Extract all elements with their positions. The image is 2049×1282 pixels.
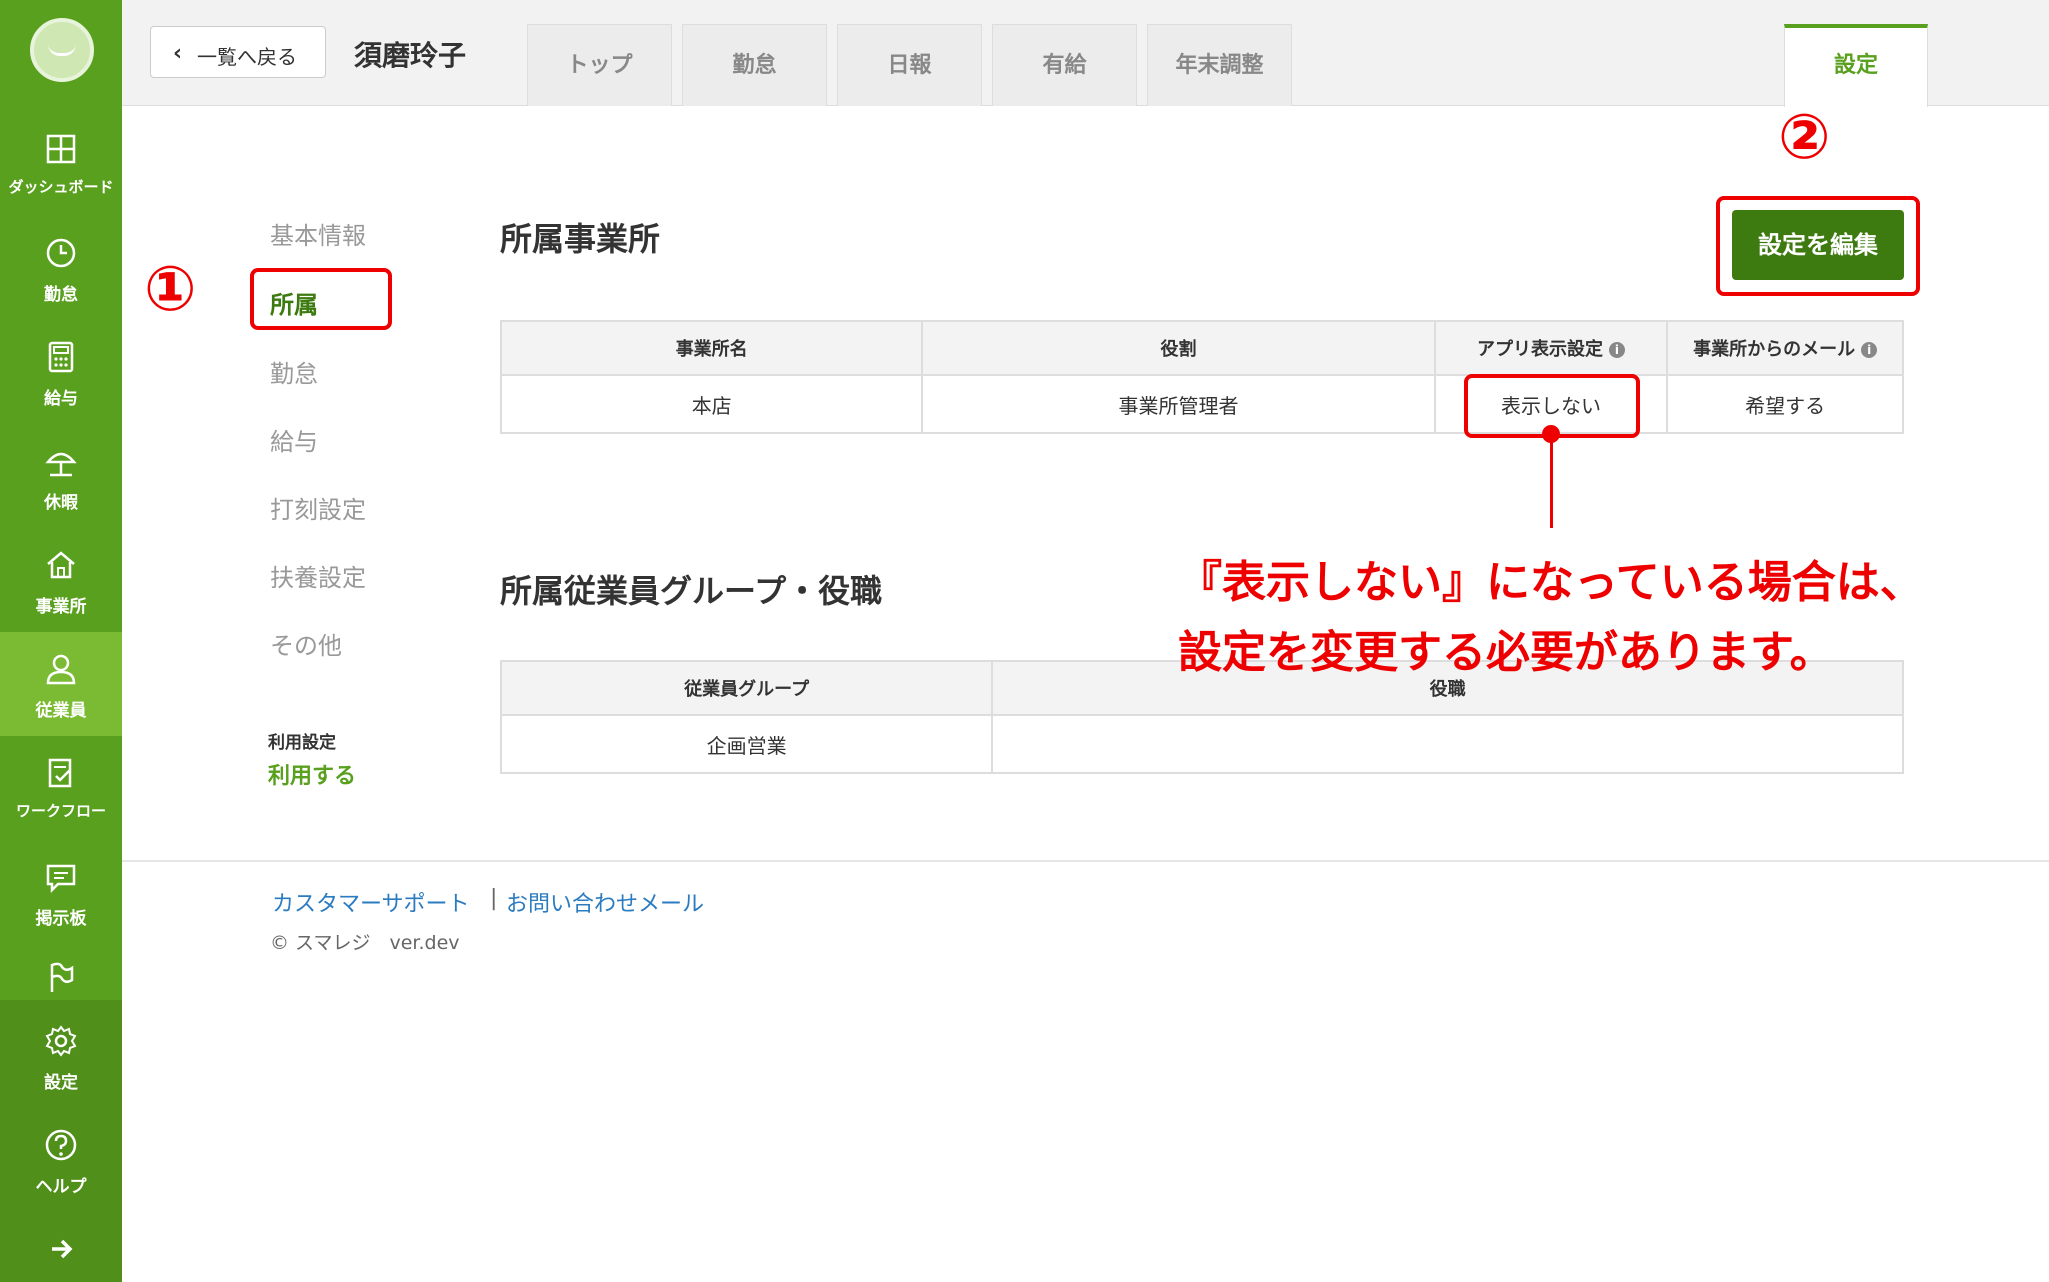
subnav-attendance[interactable]: 勤怠 (270, 354, 318, 389)
tab-settings[interactable]: 設定 (1784, 24, 1928, 107)
sidebar-item-label: 従業員 (35, 701, 87, 721)
sidebar-item-help[interactable]: ヘルプ (0, 1108, 122, 1212)
back-button-label: 一覧へ戻る (197, 45, 297, 69)
sidebar: ダッシュボード 勤怠 給与 休暇 事業所 従業員 ワークフロー 掲示板 設定 ヘ… (0, 0, 122, 1282)
col-header-app-display: アプリ表示設定 i (1433, 320, 1669, 376)
copyright: © スマレジ ver.dev (270, 932, 460, 954)
use-setting-value: 利用する (268, 764, 357, 789)
table-row: 企画営業 (499, 714, 1904, 774)
sidebar-item-settings[interactable]: 設定 (0, 1004, 122, 1108)
subnav-other[interactable]: その他 (270, 626, 342, 661)
annotation-step-1: ① (144, 252, 197, 325)
sidebar-item-dashboard[interactable]: ダッシュボード (0, 112, 122, 216)
sidebar-item-attendance[interactable]: 勤怠 (0, 216, 122, 320)
sidebar-item-office[interactable]: 事業所 (0, 528, 122, 632)
workflow-icon (48, 758, 72, 788)
annotation-box-edit (1716, 196, 1920, 296)
sidebar-item-label: ヘルプ (35, 1177, 87, 1197)
subnav-salary[interactable]: 給与 (270, 422, 318, 457)
chevron-left-icon: ‹ (173, 41, 183, 66)
chat-icon (46, 864, 76, 894)
sidebar-item-label: 設定 (44, 1073, 78, 1093)
customer-support-link[interactable]: カスタマーサポート (272, 886, 470, 918)
col-header-label: アプリ表示設定 (1476, 339, 1603, 360)
umbrella-icon (45, 452, 77, 477)
top-bar: ‹ 一覧へ戻る 須磨玲子 トップ 勤怠 日報 有給 年末調整 設定 (122, 0, 2049, 107)
footer-separator: | (490, 886, 498, 911)
back-button[interactable]: ‹ 一覧へ戻る (150, 26, 326, 78)
user-icon (46, 654, 76, 685)
tab-daily-report[interactable]: 日報 (837, 24, 982, 106)
clock-icon (46, 238, 76, 268)
sidebar-item-employees[interactable]: 従業員 (0, 632, 122, 736)
table-cell: 企画営業 (499, 714, 994, 774)
smile-icon (48, 44, 76, 56)
table-header-row: 事業所名 役割 アプリ表示設定 i 事業所からのメール i (499, 320, 1904, 376)
group-section-title: 所属従業員グループ・役職 (500, 572, 883, 610)
col-header-label: 事業所からのメール (1693, 339, 1856, 360)
sidebar-item-label: ダッシュボード (8, 178, 114, 196)
info-icon[interactable]: i (1608, 342, 1625, 358)
sidebar-item-label: 給与 (44, 389, 78, 409)
home-icon (47, 551, 75, 579)
col-header: 従業員グループ (499, 660, 994, 716)
sidebar-item-label: 休暇 (44, 493, 78, 513)
avatar[interactable] (30, 18, 94, 82)
flag-icon (50, 962, 74, 992)
sidebar-item-label: 掲示板 (35, 909, 87, 929)
sidebar-item-workflow[interactable]: ワークフロー (0, 736, 122, 840)
col-header: 役割 (921, 320, 1436, 376)
arrow-right-icon[interactable] (44, 1232, 78, 1266)
annotation-note-line1: 『表示しない』になっている場合は、 (1178, 557, 1924, 608)
subnav-dependents[interactable]: 扶養設定 (270, 558, 366, 593)
contact-mail-link[interactable]: お問い合わせメール (506, 886, 704, 918)
employee-name: 須磨玲子 (354, 39, 467, 72)
calculator-icon (48, 341, 74, 373)
tab-paid-leave[interactable]: 有給 (992, 24, 1137, 106)
sidebar-item-label: 事業所 (35, 597, 87, 617)
subnav-punch-settings[interactable]: 打刻設定 (270, 490, 366, 525)
subnav-basic-info[interactable]: 基本情報 (270, 216, 366, 251)
tab-year-end[interactable]: 年末調整 (1147, 24, 1292, 106)
sidebar-item-salary[interactable]: 給与 (0, 320, 122, 424)
sidebar-item-board[interactable]: 掲示板 (0, 840, 122, 944)
table-cell (991, 714, 1904, 774)
tab-attendance[interactable]: 勤怠 (682, 24, 827, 106)
help-icon (45, 1129, 77, 1161)
annotation-box-affiliation (250, 268, 392, 330)
sidebar-item-flag[interactable] (0, 944, 122, 1000)
sidebar-item-label: 勤怠 (44, 285, 78, 305)
table-row: 本店 事業所管理者 表示しない 希望する (499, 374, 1904, 434)
tab-top[interactable]: トップ (527, 24, 672, 106)
annotation-pointer-line (1550, 432, 1553, 528)
office-table: 事業所名 役割 アプリ表示設定 i 事業所からのメール i 本店 事業所管理者 表示… (499, 320, 1904, 434)
table-cell: 希望する (1666, 374, 1904, 434)
table-cell: 本店 (499, 374, 924, 434)
sidebar-item-label: ワークフロー (15, 802, 106, 820)
gear-icon (45, 1025, 77, 1057)
office-section-title: 所属事業所 (500, 220, 661, 258)
annotation-step-2: ② (1778, 100, 1831, 173)
info-icon[interactable]: i (1861, 342, 1878, 358)
footer-divider (122, 860, 2049, 862)
col-header-office-mail: 事業所からのメール i (1666, 320, 1904, 376)
annotation-note-line2: 設定を変更する必要があります。 (1178, 627, 1834, 678)
col-header: 事業所名 (499, 320, 924, 376)
table-cell: 事業所管理者 (921, 374, 1436, 434)
sidebar-item-leave[interactable]: 休暇 (0, 424, 122, 528)
dashboard-icon (46, 134, 76, 164)
use-setting-label: 利用設定 (268, 733, 336, 753)
